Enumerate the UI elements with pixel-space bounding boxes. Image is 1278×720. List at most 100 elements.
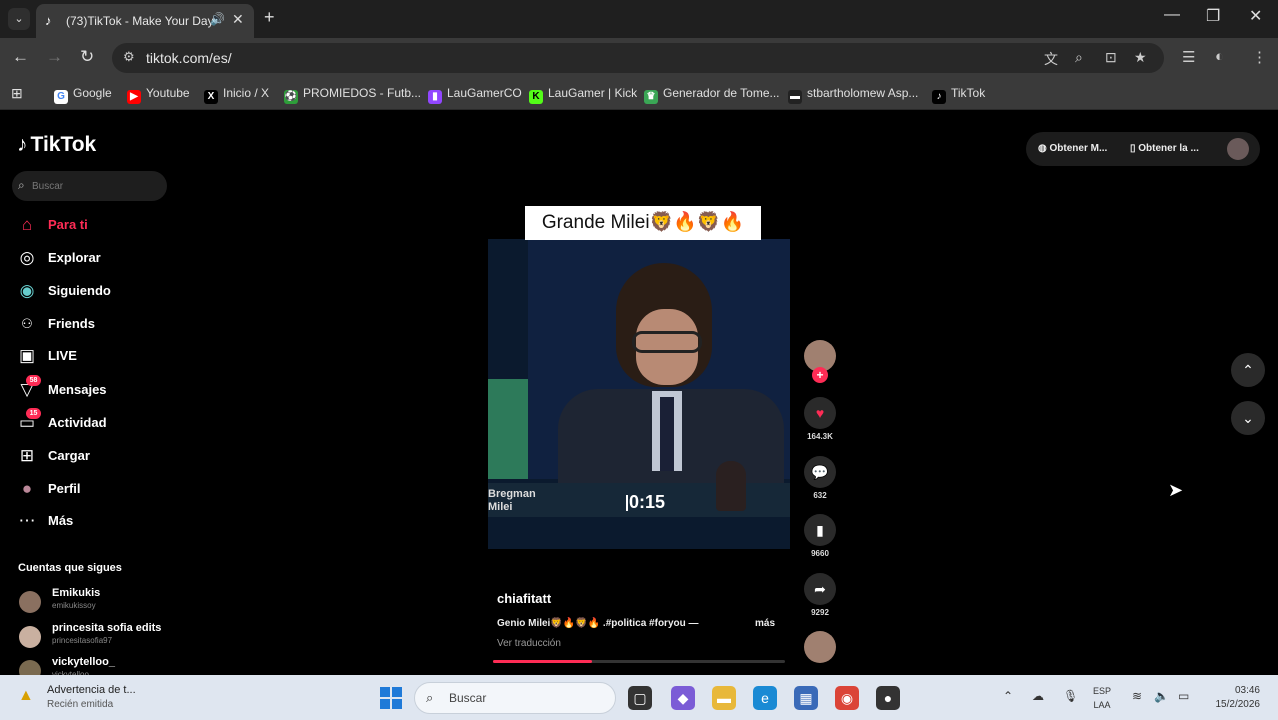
tiktok-icon: ♪ (932, 90, 946, 104)
bookmark-x[interactable]: X Inicio / X (204, 86, 269, 104)
bookmarks-bar: ⊞ G Google ▶ Youtube X Inicio / X ⚽ PROMIEDO… (0, 78, 1278, 110)
see-translation-link[interactable]: Ver traducción (497, 638, 561, 649)
next-video-button[interactable]: ⌄ (1231, 401, 1265, 435)
install-app-icon[interactable]: ⊡ (1105, 49, 1117, 66)
address-bar[interactable]: ⚙ tiktok.com/es/ 文 ⌕ ⊡ ★ (112, 43, 1164, 73)
nav-mensajes[interactable]: ▽ 58 Mensajes (17, 375, 167, 403)
speaker-glasses (632, 331, 702, 353)
search-input[interactable] (32, 177, 152, 195)
followed-account[interactable]: princesita sofia edits princesitasofia97 (19, 622, 179, 652)
bookmark-tiktok[interactable]: ♪ TikTok (932, 86, 985, 104)
tab-search-icon[interactable]: ☰ (1182, 48, 1195, 66)
bookmark-promiedos[interactable]: ⚽ PROMIEDOS - Futb... (284, 86, 421, 104)
avatar (19, 591, 41, 613)
tiktok-note-icon: ♪ (17, 133, 28, 156)
sound-disc-avatar[interactable] (804, 631, 836, 663)
onedrive-icon[interactable]: ☁ (1032, 689, 1044, 703)
video-author[interactable]: chiafitatt (497, 591, 551, 606)
share-button[interactable]: ➦ 9292 (803, 573, 837, 617)
task-view-icon[interactable]: ▢ (628, 686, 652, 710)
discord-icon[interactable]: ● (876, 686, 900, 710)
system-clock[interactable]: 03:46 15/2/2026 (1204, 684, 1261, 712)
apps-grid-icon[interactable]: ⊞ (11, 85, 23, 102)
bookmark-google[interactable]: G Google (54, 86, 112, 104)
get-coins-button[interactable]: ◍ Obtener M... (1038, 143, 1107, 154)
bookmark-star-icon[interactable]: ★ (1134, 49, 1147, 66)
comment-count: 632 (813, 491, 827, 500)
like-button[interactable]: ♥ 164.3K (803, 397, 837, 441)
search-box[interactable]: ⌕ (12, 171, 167, 201)
more-icon: ⋯ (18, 511, 36, 530)
active-tab[interactable]: ♪ (73)TikTok - Make Your Day 🔊 ✕ (36, 4, 254, 38)
bookmark-kick[interactable]: K LauGamer | Kick (529, 86, 637, 104)
close-window-button[interactable]: ✕ (1249, 6, 1262, 26)
chrome-menu-icon[interactable]: ⋮ (1252, 48, 1267, 66)
profile-avatar-icon[interactable]: ◐ (1215, 48, 1224, 65)
user-avatar[interactable] (1227, 138, 1249, 160)
follow-plus-icon[interactable]: + (812, 367, 828, 383)
nav-cargar[interactable]: ⊞ Cargar (17, 443, 167, 469)
notification-subtitle: Recién emitida (47, 699, 114, 710)
tiktok-logo[interactable]: ♪ TikTok (17, 133, 96, 157)
nav-explorar[interactable]: ◎ Explorar (17, 245, 167, 271)
translate-icon[interactable]: 文 (1044, 49, 1058, 69)
followed-account[interactable]: Emikukis emikukissoy (19, 587, 179, 617)
search-icon: ⌕ (18, 178, 25, 192)
avatar (19, 626, 41, 648)
nav-friends[interactable]: ⚇ Friends (17, 311, 167, 337)
search-icon: ⌕ (426, 690, 434, 705)
promiedos-icon: ⚽ (284, 90, 298, 104)
save-button[interactable]: ▮ 9660 (803, 514, 837, 558)
bookmark-youtube[interactable]: ▶ Youtube (127, 86, 190, 104)
tab-close-icon[interactable]: ✕ (232, 11, 244, 28)
tab-search-dropdown-icon[interactable]: ⌄ (8, 8, 30, 30)
forward-button[interactable]: → (46, 47, 63, 67)
upload-icon: ⊞ (19, 446, 35, 465)
bookmark-stbartholomew[interactable]: ▬ stbartholomew Asp... (788, 86, 918, 104)
nav-mas[interactable]: ⋯ Más (17, 508, 167, 534)
file-explorer-icon[interactable]: ▬ (712, 686, 736, 710)
restore-button[interactable]: ❐ (1206, 6, 1220, 26)
nav-para-ti[interactable]: ⌂ Para ti (17, 212, 167, 238)
bookmark-laugamerco[interactable]: ▮ LauGamerCO (428, 86, 522, 104)
following-icon: ◉ (19, 281, 35, 300)
back-button[interactable]: ← (12, 47, 29, 67)
windows-start-icon[interactable] (380, 687, 402, 709)
copilot-icon[interactable]: ◆ (671, 686, 695, 710)
new-tab-button[interactable]: + (264, 7, 275, 28)
site-info-icon[interactable]: ⚙ (123, 49, 135, 65)
wifi-icon[interactable]: ≋ (1132, 689, 1142, 703)
more-link[interactable]: más (755, 618, 775, 629)
heart-icon: ♥ (804, 397, 836, 429)
volume-icon[interactable]: 🔈 (1154, 689, 1169, 703)
video-player[interactable]: Bregman Milei 0:15 (488, 239, 790, 549)
nav-live[interactable]: ▣ LIVE (17, 343, 167, 369)
warning-icon: ▲ (18, 687, 34, 704)
nav-perfil[interactable]: ● Perfil (17, 476, 167, 502)
taskbar-search[interactable]: ⌕ Buscar (414, 682, 616, 714)
previous-video-button[interactable]: ⌃ (1231, 353, 1265, 387)
followed-account[interactable]: vickytelloo_ vickytelloo (19, 656, 179, 675)
store-icon[interactable]: ▦ (794, 686, 818, 710)
url-text: tiktok.com/es/ (146, 50, 232, 66)
bookmark-generador[interactable]: ♛ Generador de Tome... (644, 86, 780, 104)
comment-button[interactable]: 💬 632 (803, 456, 837, 500)
account-name: Emikukis (52, 587, 101, 599)
minimize-button[interactable]: — (1164, 6, 1180, 24)
edge-icon[interactable]: e (753, 686, 777, 710)
tray-overflow-icon[interactable]: ⌃ (1003, 689, 1013, 703)
battery-icon[interactable]: ▭ (1178, 689, 1189, 703)
notification-title: Advertencia de t... (47, 684, 136, 696)
reload-button[interactable]: ↻ (80, 47, 94, 67)
notification-widget[interactable]: ▲ Advertencia de t... Recién emitida (14, 681, 174, 713)
google-icon: G (54, 90, 68, 104)
audio-playing-icon[interactable]: 🔊 (210, 12, 225, 26)
nav-actividad[interactable]: ▭ 15 Actividad (17, 408, 167, 436)
language-indicator[interactable]: ESP LAA (1093, 684, 1111, 712)
get-app-button[interactable]: ▯ Obtener la ... (1130, 143, 1199, 154)
microphone-icon[interactable]: 🎙 (1063, 689, 1078, 703)
chrome-icon[interactable]: ◉ (835, 686, 859, 710)
video-progress-bar[interactable] (493, 660, 785, 663)
zoom-icon[interactable]: ⌕ (1075, 49, 1083, 66)
nav-siguiendo[interactable]: ◉ Siguiendo (17, 278, 167, 304)
